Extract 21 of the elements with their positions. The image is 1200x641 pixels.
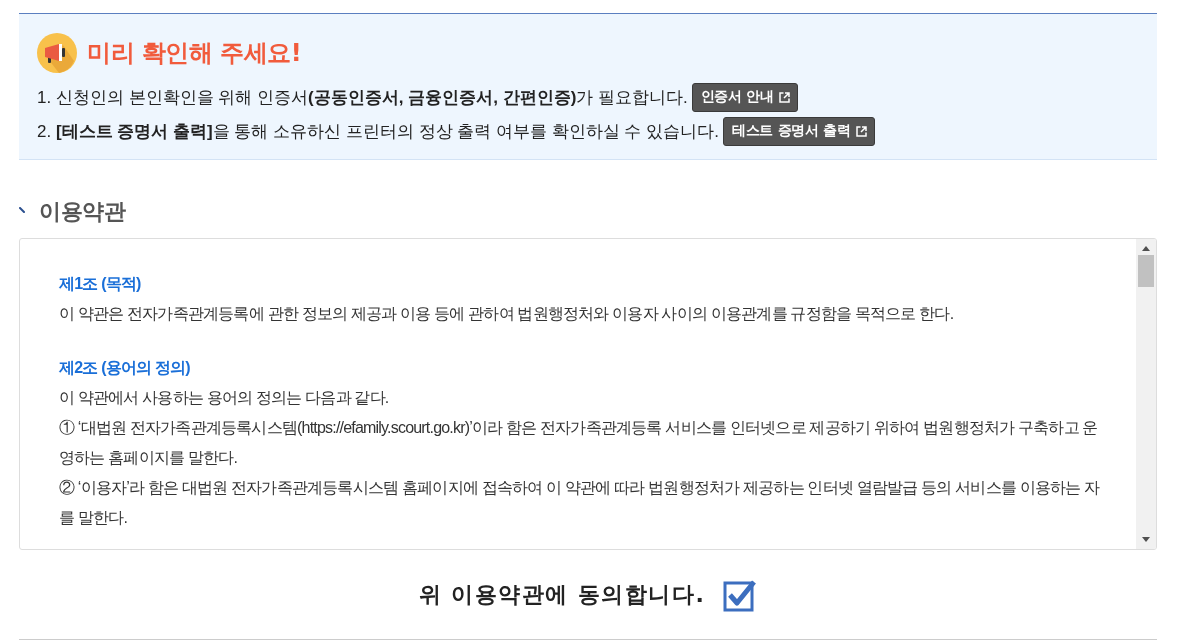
terms-paragraph: 이 약관은 전자가족관계등록에 관한 정보의 제공과 이용 등에 관하여 법원행정처와 이용자 사이의 이용관계를 규정함을 목적으로 한다. (59, 304, 955, 324)
terms-paragraph: 이 약관에서 사용하는 용어의 정의는 다음과 같다. (59, 388, 390, 408)
terms-paragraph: ② ‘이용자’라 함은 대법원 전자가족관계등록시스템 홈페이지에 접속하여 이 약관에 따라 법원행정처가 제공하는 인터넷 열람발급 등의 서비스를 이용하는 자를 말한다. (59, 478, 1100, 528)
notice-text: 2. [테스트 증명서 출력]을 통해 소유하신 프린터의 정상 출력 여부를 확인하실 수 있습니다. (37, 120, 719, 143)
external-link-icon (855, 125, 867, 137)
scroll-up-arrow-icon[interactable] (1142, 246, 1150, 251)
external-link-icon (778, 91, 790, 103)
scroll-down-arrow-icon[interactable] (1142, 537, 1150, 542)
agree-label: 위 이용약관에 동의합니다. (418, 580, 706, 609)
scrollbar[interactable] (1136, 239, 1156, 549)
notice-title: 미리 확인해 주세요! (87, 38, 302, 69)
external-link-button[interactable]: 테스트 증명서 출력 (722, 116, 875, 146)
external-link-button[interactable]: 인증서 안내 (691, 82, 798, 112)
notice-text: 1. 신청인의 본인확인을 위해 인증서(공동인증서, 금융인증서, 간편인증)가 필요합니다. (37, 86, 688, 109)
megaphone-icon (37, 33, 77, 73)
section-title: 이용약관 (39, 198, 125, 226)
heading-bullet-icon (19, 207, 25, 213)
article-heading: 제1조 (목적) (59, 274, 142, 294)
terms-paragraph: ① ‘대법원 전자가족관계등록시스템(https://efamily.scourt.go.kr)’이라 함은 전자가족관계등록 서비스를 인터넷으로 제공하기 위하여 법원행정처가 구축하고 운영하는 홈페이지를 말한다. (59, 418, 1099, 468)
article-heading: 제2조 (용어의 정의) (59, 358, 191, 378)
scrollbar-thumb[interactable] (1138, 255, 1154, 287)
